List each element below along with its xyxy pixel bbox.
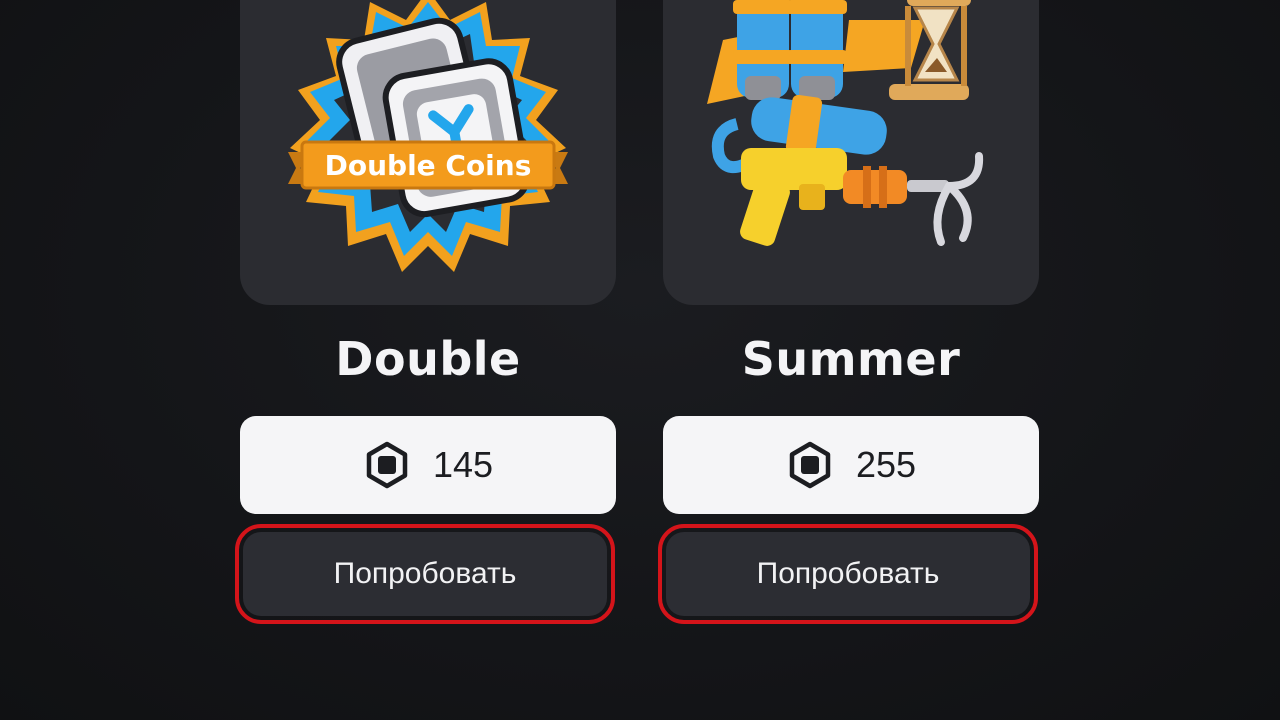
robux-icon (366, 441, 408, 489)
summer-gear-bundle-icon (707, 0, 984, 246)
double-coins-badge-icon: Double Coins (288, 0, 568, 272)
price-value: 145 (432, 444, 494, 485)
price-value: 255 (855, 444, 917, 485)
highlight-outline: Попробовать (235, 524, 615, 624)
game-pass-store: Double Coins Double 145 Попробовать Summ… (0, 0, 1280, 720)
try-button-summer[interactable]: Попробовать (666, 532, 1030, 616)
gamepass-title-summer: Summer (741, 332, 961, 386)
gamepass-thumbnail-double[interactable]: Double Coins (240, 0, 616, 305)
gamepass-thumbnail-summer[interactable] (663, 0, 1039, 305)
gamepass-card-summer: Summer 255 Попробовать (658, 0, 1041, 640)
price-tag-summer: 255 (663, 416, 1039, 514)
gamepass-title-double: Double (335, 332, 521, 386)
price-tag-double: 145 (240, 416, 616, 514)
highlight-outline: Попробовать (658, 524, 1038, 624)
try-button-double[interactable]: Попробовать (243, 532, 607, 616)
gamepass-card-double: Double Coins Double 145 Попробовать (235, 0, 618, 640)
double-coins-ribbon-text: Double Coins (325, 149, 532, 182)
robux-icon (789, 441, 831, 489)
